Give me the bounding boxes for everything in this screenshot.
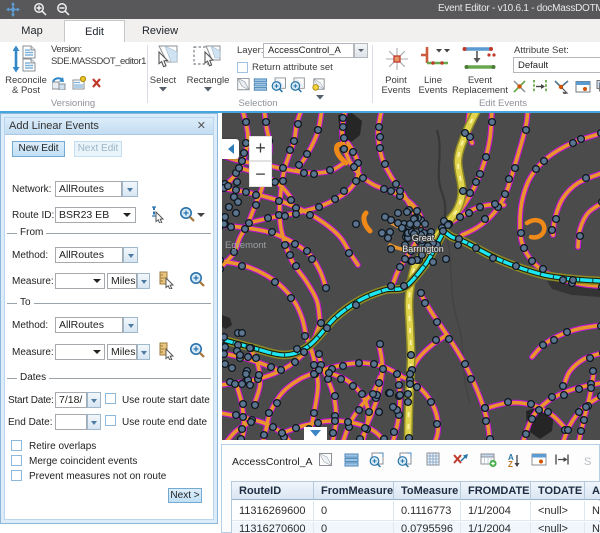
svg-text:Barrington: Barrington xyxy=(402,244,444,254)
svg-text:Z: Z xyxy=(508,460,513,469)
svg-text:Egremont: Egremont xyxy=(225,240,267,251)
svg-text:Great: Great xyxy=(412,233,435,243)
